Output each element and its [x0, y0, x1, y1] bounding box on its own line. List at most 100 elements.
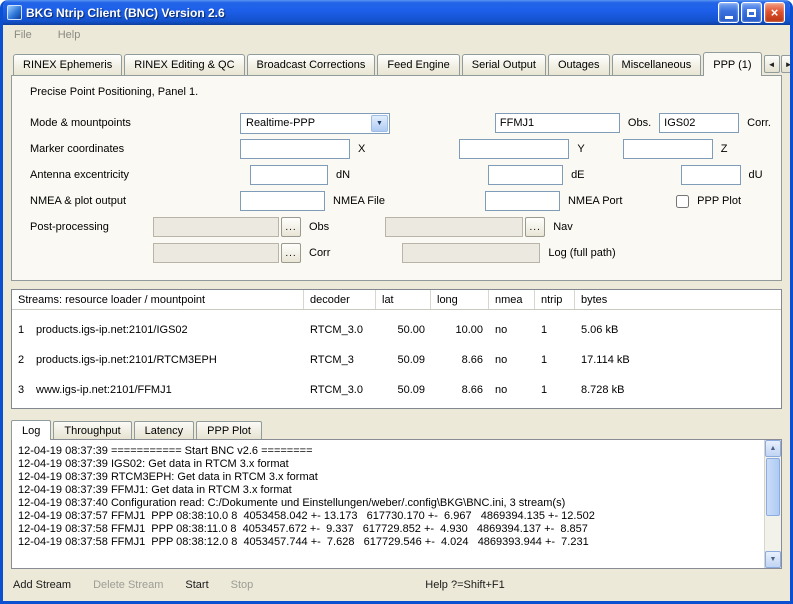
tab-serial-output[interactable]: Serial Output	[462, 54, 546, 75]
panel-heading: Precise Point Positioning, Panel 1.	[30, 86, 771, 98]
post-nav-input[interactable]	[385, 217, 523, 237]
row-bytes: 8.728 kB	[575, 384, 781, 396]
window-title: BKG Ntrip Client (BNC) Version 2.6	[26, 6, 716, 20]
post-processing-row-2: ... Corr Log (full path)	[22, 240, 771, 266]
scroll-down-button[interactable]: ▼	[765, 551, 781, 568]
tab-scroll-left-button[interactable]: ◄	[764, 55, 780, 73]
tab-log[interactable]: Log	[11, 420, 51, 440]
post-nav-group: ...	[385, 217, 545, 237]
post-obs-browse-button[interactable]: ...	[281, 217, 301, 237]
x-label: X	[358, 143, 365, 155]
log-line: 12-04-19 08:37:39 FFMJ1: Get data in RTC…	[18, 484, 762, 497]
row-decoder: RTCM_3.0	[304, 324, 376, 336]
antenna-du-input[interactable]	[681, 165, 741, 185]
post-obs-label: Obs	[309, 221, 329, 233]
stop-button[interactable]: Stop	[231, 579, 254, 591]
corr-mountpoint-input[interactable]	[659, 113, 739, 133]
tab-outages[interactable]: Outages	[548, 54, 610, 75]
header-nmea: nmea	[489, 290, 535, 309]
post-nav-browse-button[interactable]: ...	[525, 217, 545, 237]
streams-table-body: 1 products.igs-ip.net:2101/IGS02 RTCM_3.…	[12, 310, 781, 405]
row-lat: 50.09	[376, 384, 431, 396]
start-button[interactable]: Start	[185, 579, 208, 591]
menu-help[interactable]: Help	[54, 27, 85, 43]
marker-x-input[interactable]	[240, 139, 350, 159]
obs-mountpoint-input[interactable]	[495, 113, 620, 133]
antenna-de-input[interactable]	[488, 165, 563, 185]
maximize-button[interactable]	[741, 2, 762, 23]
menu-bar: File Help	[3, 25, 790, 45]
row-decoder: RTCM_3.0	[304, 384, 376, 396]
tab-miscellaneous[interactable]: Miscellaneous	[612, 54, 702, 75]
footer-bar: Add Stream Delete Stream Start Stop Help…	[3, 569, 790, 601]
post-processing-row-1: Post-processing ... Obs ... Nav	[22, 214, 771, 240]
nmea-port-label: NMEA Port	[568, 195, 622, 207]
minimize-button[interactable]	[718, 2, 739, 23]
ppp-plot-checkbox[interactable]	[676, 195, 689, 208]
top-tab-bar: RINEX Ephemeris RINEX Editing & QC Broad…	[3, 45, 790, 75]
tab-rinex-editing-qc[interactable]: RINEX Editing & QC	[124, 54, 244, 75]
antenna-excentricity-label: Antenna excentricity	[30, 169, 232, 181]
scrollbar-thumb[interactable]	[766, 458, 780, 516]
stream-row[interactable]: 2 products.igs-ip.net:2101/RTCM3EPH RTCM…	[12, 345, 781, 375]
add-stream-button[interactable]: Add Stream	[13, 579, 71, 591]
nmea-port-input[interactable]	[485, 191, 560, 211]
nmea-file-input[interactable]	[240, 191, 325, 211]
tab-ppp-plot[interactable]: PPP Plot	[196, 421, 262, 439]
ppp-mode-select[interactable]: Realtime-PPP ▼	[240, 113, 390, 134]
row-nmea: no	[489, 324, 535, 336]
nmea-row: NMEA & plot output NMEA File NMEA Port P…	[22, 188, 771, 214]
menu-file[interactable]: File	[10, 27, 36, 43]
du-label: dU	[749, 169, 763, 181]
tab-ppp-1[interactable]: PPP (1)	[703, 52, 761, 76]
post-corr-group: ...	[153, 243, 301, 263]
nmea-file-label: NMEA File	[333, 195, 385, 207]
antenna-row: Antenna excentricity dN dE dU	[22, 162, 771, 188]
log-line: 12-04-19 08:37:58 FFMJ1 PPP 08:38:12.0 8…	[18, 536, 762, 549]
minimize-icon	[725, 16, 733, 19]
post-nav-label: Nav	[553, 221, 573, 233]
log-scrollbar[interactable]: ▲ ▼	[764, 440, 781, 568]
ppp-plot-group: PPP Plot	[676, 195, 741, 208]
bottom-tab-bar: Log Throughput Latency PPP Plot	[11, 420, 782, 439]
tab-throughput[interactable]: Throughput	[53, 421, 131, 439]
row-nmea: no	[489, 354, 535, 366]
tab-scroll-right-button[interactable]: ►	[781, 55, 793, 73]
close-button[interactable]: ×	[764, 2, 785, 23]
header-lat: lat	[376, 290, 431, 309]
tab-latency[interactable]: Latency	[134, 421, 195, 439]
log-line: 12-04-19 08:37:39 IGS02: Get data in RTC…	[18, 458, 762, 471]
row-number: 2	[12, 354, 30, 366]
tab-feed-engine[interactable]: Feed Engine	[377, 54, 459, 75]
scrollbar-track[interactable]	[765, 517, 781, 551]
post-obs-input[interactable]	[153, 217, 279, 237]
obs-label: Obs.	[628, 117, 651, 129]
antenna-dn-input[interactable]	[250, 165, 328, 185]
app-icon	[7, 5, 22, 20]
post-corr-browse-button[interactable]: ...	[281, 243, 301, 263]
marker-row: Marker coordinates X Y Z	[22, 136, 771, 162]
stream-row[interactable]: 1 products.igs-ip.net:2101/IGS02 RTCM_3.…	[12, 315, 781, 345]
delete-stream-button[interactable]: Delete Stream	[93, 579, 163, 591]
streams-table: Streams: resource loader / mountpoint de…	[11, 289, 782, 409]
marker-y-input[interactable]	[459, 139, 569, 159]
arrow-left-icon: ◄	[768, 60, 776, 69]
row-long: 8.66	[431, 384, 489, 396]
ppp-panel: Precise Point Positioning, Panel 1. Mode…	[11, 75, 782, 281]
post-log-label: Log (full path)	[548, 247, 615, 259]
arrow-down-icon: ▼	[770, 556, 777, 563]
log-panel: 12-04-19 08:37:39 =========== Start BNC …	[11, 439, 782, 569]
stream-row[interactable]: 3 www.igs-ip.net:2101/FFMJ1 RTCM_3.0 50.…	[12, 375, 781, 405]
dn-label: dN	[336, 169, 350, 181]
post-corr-input[interactable]	[153, 243, 279, 263]
ppp-mode-value: Realtime-PPP	[241, 117, 370, 129]
y-label: Y	[577, 143, 584, 155]
tab-rinex-ephemeris[interactable]: RINEX Ephemeris	[13, 54, 122, 75]
z-label: Z	[721, 143, 728, 155]
post-log-input[interactable]	[402, 243, 540, 263]
de-label: dE	[571, 169, 584, 181]
tab-broadcast-corrections[interactable]: Broadcast Corrections	[247, 54, 376, 75]
nmea-plot-output-label: NMEA & plot output	[30, 195, 232, 207]
scroll-up-button[interactable]: ▲	[765, 440, 781, 457]
marker-z-input[interactable]	[623, 139, 713, 159]
